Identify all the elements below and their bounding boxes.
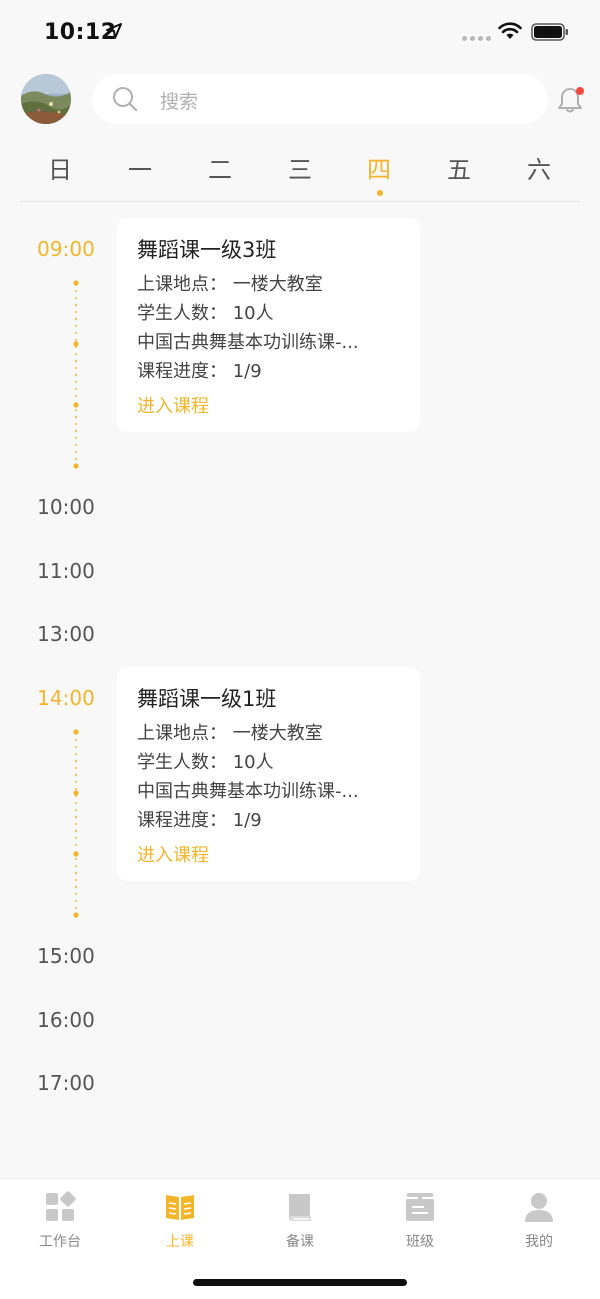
class-book-icon: [166, 1195, 194, 1220]
profile-icon: [525, 1193, 553, 1222]
time-label: 10:00: [37, 495, 95, 519]
week-selector: 日 一 二 三 四 五 六: [20, 148, 580, 202]
wifi-icon: [498, 22, 522, 39]
workbench-icon: [46, 1191, 76, 1221]
time-label: 13:00: [37, 622, 95, 646]
enter-course-link[interactable]: 进入课程: [137, 392, 209, 418]
class-course: 中国古典舞基本功训练课-...: [137, 332, 359, 353]
timeline-dots: [73, 280, 79, 470]
tab-mine[interactable]: 我的: [499, 1191, 579, 1251]
day-thursday[interactable]: 四: [349, 150, 409, 185]
avatar-image: [21, 74, 71, 124]
tab-prepare[interactable]: 备课: [260, 1191, 340, 1251]
class-progress: 课程进度： 1/9: [137, 810, 262, 831]
time-label: 16:00: [37, 1008, 95, 1032]
search-placeholder: 搜索: [160, 91, 199, 113]
tab-classes[interactable]: 班级: [380, 1191, 460, 1251]
status-bar: 10:12: [0, 0, 600, 64]
tab-label: 备课: [286, 1234, 314, 1250]
timeline-dots: [73, 729, 79, 919]
class-progress: 课程进度： 1/9: [137, 361, 262, 382]
class-location: 上课地点： 一楼大教室: [137, 723, 323, 744]
time-label: 17:00: [37, 1071, 95, 1095]
day-sunday[interactable]: 日: [30, 150, 90, 185]
time-label: 14:00: [37, 686, 95, 710]
enter-course-link[interactable]: 进入课程: [137, 841, 209, 867]
class-card[interactable]: 舞蹈课一级3班 上课地点： 一楼大教室 学生人数： 10人 中国古典舞基本功训练…: [117, 218, 420, 432]
class-course: 中国古典舞基本功训练课-...: [137, 781, 359, 802]
day-tuesday[interactable]: 二: [190, 150, 250, 185]
tab-label: 上课: [166, 1234, 194, 1250]
tab-label: 班级: [406, 1234, 434, 1250]
class-students: 学生人数： 10人: [137, 752, 274, 773]
class-students: 学生人数： 10人: [137, 303, 274, 324]
tab-workbench[interactable]: 工作台: [20, 1191, 100, 1251]
search-icon: [113, 87, 138, 112]
class-board-icon: [406, 1193, 434, 1221]
tab-class[interactable]: 上课: [140, 1191, 220, 1251]
day-saturday[interactable]: 六: [509, 150, 569, 185]
home-indicator: [193, 1279, 407, 1286]
day-friday[interactable]: 五: [429, 150, 489, 185]
search-input[interactable]: 搜索: [92, 74, 548, 124]
selected-day-indicator: [377, 190, 383, 196]
day-wednesday[interactable]: 三: [270, 150, 330, 185]
notification-badge: [576, 87, 584, 95]
signal-icon: [462, 36, 491, 41]
class-title: 舞蹈课一级1班: [137, 687, 277, 711]
avatar[interactable]: [21, 74, 71, 124]
tab-label: 我的: [525, 1234, 553, 1250]
battery-icon: [531, 23, 568, 41]
time-label: 11:00: [37, 559, 95, 583]
class-title: 舞蹈课一级3班: [137, 238, 277, 262]
day-monday[interactable]: 一: [110, 150, 170, 185]
prepare-book-icon: [289, 1194, 311, 1221]
location-arrow-icon: [106, 23, 122, 39]
class-card[interactable]: 舞蹈课一级1班 上课地点： 一楼大教室 学生人数： 10人 中国古典舞基本功训练…: [117, 667, 420, 881]
class-location: 上课地点： 一楼大教室: [137, 274, 323, 295]
time-label: 15:00: [37, 944, 95, 968]
time-label: 09:00: [37, 237, 95, 261]
tab-label: 工作台: [39, 1234, 81, 1250]
